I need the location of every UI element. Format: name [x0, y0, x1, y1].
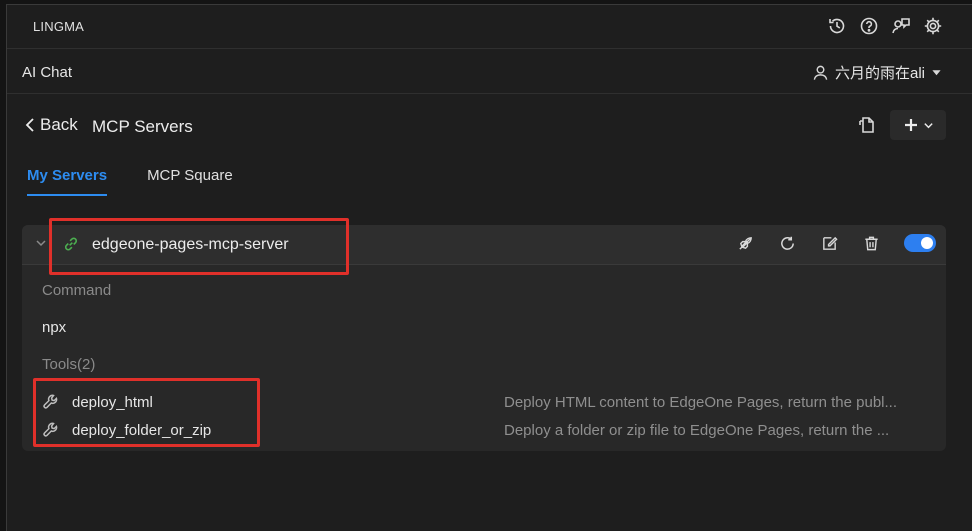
app-title: LINGMA: [33, 19, 85, 34]
import-icon: [859, 117, 874, 133]
page-header: Back MCP Servers: [7, 109, 972, 145]
top-bar: LINGMA: [7, 5, 972, 49]
refresh-icon: [780, 236, 794, 250]
tab-my-servers[interactable]: My Servers: [27, 167, 108, 196]
chat-bar: AI Chat 六月的雨在ali: [7, 50, 972, 94]
back-label: Back: [40, 115, 78, 134]
help-icon[interactable]: [858, 15, 880, 37]
server-tabs: My Servers MCP Square: [27, 167, 233, 196]
back-button[interactable]: Back: [24, 115, 78, 135]
highlight-box-tools: [33, 378, 260, 447]
history-icon[interactable]: [826, 15, 848, 37]
trash-icon: [864, 236, 878, 250]
user-name: 六月的雨在ali: [834, 65, 925, 82]
tool-description: Deploy HTML content to EdgeOne Pages, re…: [504, 393, 898, 411]
tool-description: Deploy a folder or zip file to EdgeOne P…: [504, 421, 890, 439]
delete-button[interactable]: [862, 234, 880, 252]
page-title: MCP Servers: [92, 117, 193, 136]
highlight-box-server-name: [49, 218, 349, 275]
add-server-button[interactable]: [890, 110, 946, 140]
command-label: Command: [42, 282, 112, 299]
chat-title: AI Chat: [22, 64, 73, 81]
command-value: npx: [42, 319, 67, 336]
tab-mcp-square[interactable]: MCP Square: [147, 167, 233, 196]
settings-icon[interactable]: [922, 15, 944, 37]
feedback-icon[interactable]: [890, 15, 912, 37]
rocket-icon: [738, 236, 752, 250]
chevron-left-icon: [25, 118, 34, 132]
edit-icon: [822, 236, 838, 250]
top-icons: [826, 15, 944, 37]
header-actions: [854, 110, 946, 140]
user-icon: [813, 65, 828, 80]
server-actions: [736, 234, 936, 252]
tools-label: Tools(2): [42, 356, 96, 373]
chevron-down-icon[interactable]: [35, 237, 47, 249]
debug-button[interactable]: [736, 234, 754, 252]
user-menu[interactable]: 六月的雨在ali: [812, 62, 942, 83]
refresh-button[interactable]: [778, 234, 796, 252]
lingma-panel: LINGMA AI Chat 六月的雨在ali Back MCP Servers…: [6, 4, 972, 531]
import-config-button[interactable]: [854, 111, 880, 139]
plus-icon: [904, 119, 917, 131]
edit-button[interactable]: [820, 234, 838, 252]
caret-down-icon: [932, 70, 941, 76]
chevron-down-icon: [923, 122, 933, 128]
server-enable-toggle[interactable]: [904, 234, 936, 252]
